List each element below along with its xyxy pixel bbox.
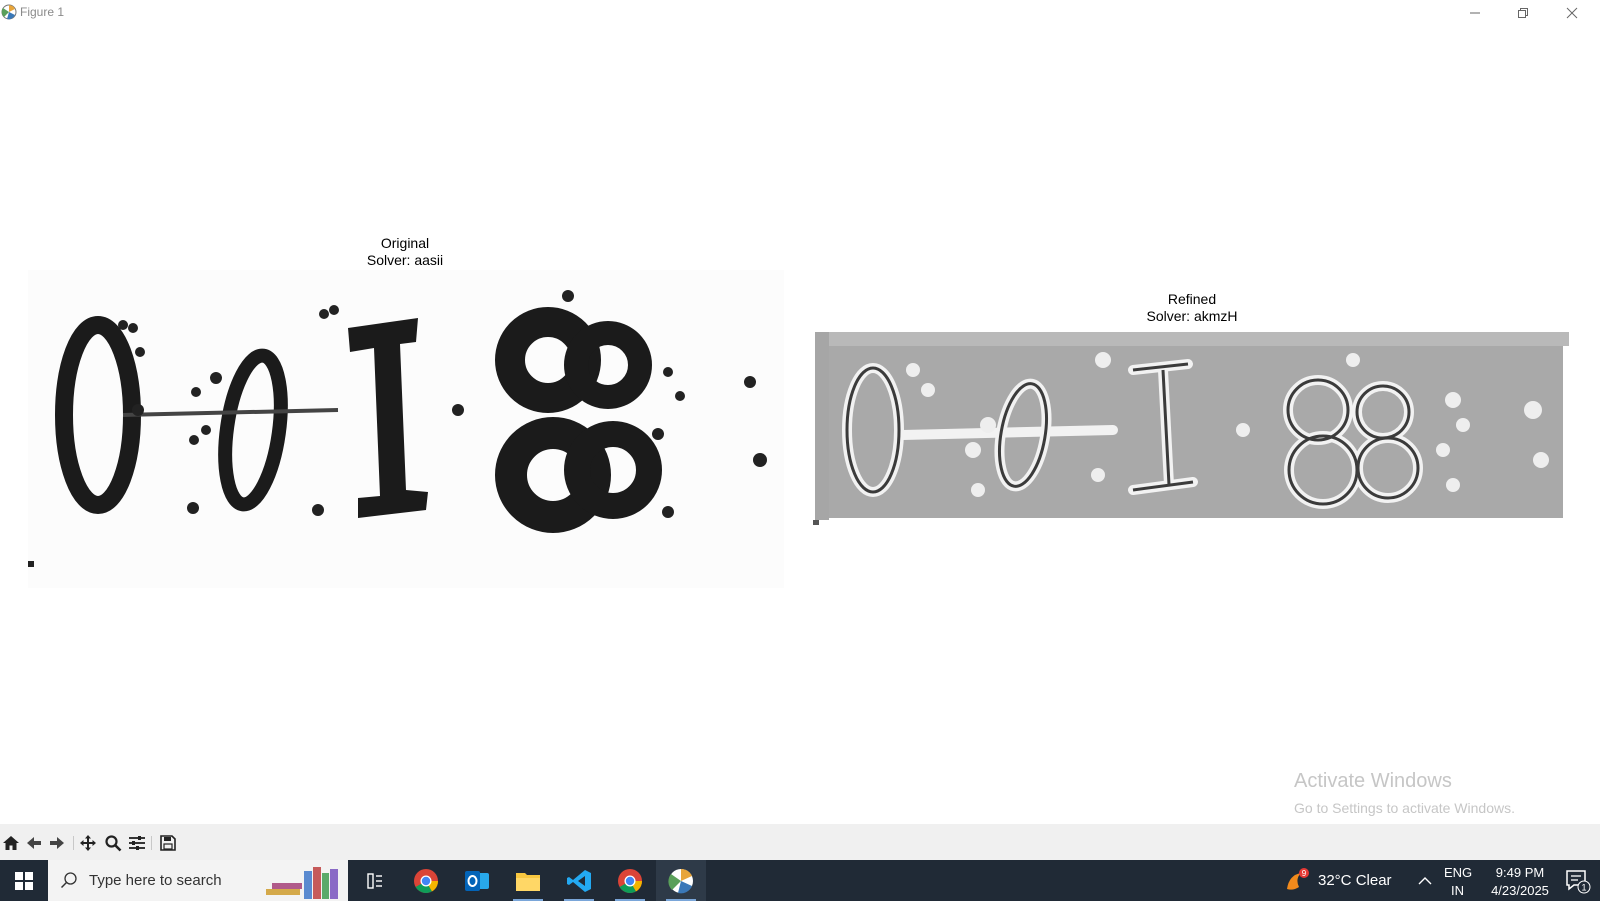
forward-icon	[50, 837, 64, 849]
activate-windows-heading: Activate Windows	[1294, 770, 1452, 792]
configure-subplots-button[interactable]	[127, 833, 147, 853]
back-button[interactable]	[24, 833, 44, 853]
toolbar-separator	[73, 836, 74, 850]
activate-windows-subtext: Go to Settings to activate Windows.	[1294, 800, 1515, 816]
home-icon	[3, 836, 19, 850]
zoom-button[interactable]	[103, 833, 123, 853]
weather-text[interactable]: 32°C Clear	[1318, 872, 1392, 889]
outlook-icon	[465, 870, 489, 891]
home-button[interactable]	[1, 833, 21, 853]
close-button[interactable]	[1548, 0, 1596, 26]
taskbar-figure-window-button[interactable]	[656, 860, 706, 901]
chrome-icon	[618, 868, 642, 893]
minimize-button[interactable]	[1451, 0, 1499, 26]
vscode-icon	[567, 869, 591, 892]
search-placeholder: Type here to search	[89, 872, 222, 889]
weather-temp: 32°C	[1318, 872, 1352, 889]
search-highlights-books-icon	[266, 867, 338, 899]
taskbar-chrome-button[interactable]	[401, 860, 451, 901]
save-button[interactable]	[158, 833, 178, 853]
clock-date[interactable]: 4/23/2025	[1482, 883, 1558, 898]
restore-button[interactable]	[1499, 0, 1547, 26]
save-icon	[160, 835, 176, 851]
back-icon	[27, 837, 41, 849]
taskbar-chrome-button-2[interactable]	[605, 860, 655, 901]
weather-widget-icon-button[interactable]: 9	[1280, 860, 1314, 901]
original-captcha-image	[28, 270, 784, 588]
notification-count: 1	[1581, 882, 1586, 892]
taskbar-search-box[interactable]: Type here to search	[48, 860, 348, 901]
minimize-icon	[1470, 12, 1480, 14]
subplot-title-refined: Refined Solver: akmzH	[1146, 291, 1238, 324]
start-button[interactable]	[0, 860, 48, 901]
figure-canvas[interactable]: Original Solver: aasii Refined Solver: a…	[0, 26, 1600, 824]
chrome-icon	[414, 868, 438, 893]
subplot-title-original: Original Solver: aasii	[366, 235, 444, 268]
pan-button[interactable]	[78, 833, 98, 853]
input-language-line2[interactable]: IN	[1451, 883, 1464, 898]
clock-time[interactable]: 9:49 PM	[1488, 865, 1552, 880]
restore-icon	[1518, 8, 1528, 18]
taskbar-vscode-button[interactable]	[554, 860, 604, 901]
window-title-bar: Figure 1	[0, 0, 1600, 26]
window-title: Figure 1	[20, 5, 65, 19]
windows-taskbar: Type here to search 9 32°C Clear ENG IN …	[0, 860, 1600, 901]
close-icon	[1566, 7, 1578, 19]
weather-icon: 9	[1287, 867, 1309, 890]
toolbar-separator	[151, 836, 152, 850]
notification-center-button[interactable]: 1	[1556, 860, 1600, 901]
figure-toolbar	[0, 824, 1600, 860]
windows-logo-icon	[15, 871, 33, 890]
configure-subplots-icon	[129, 836, 145, 850]
pan-icon	[80, 835, 96, 851]
show-hidden-icons-button[interactable]	[1410, 860, 1440, 901]
forward-button[interactable]	[47, 833, 67, 853]
search-icon	[60, 872, 77, 889]
chevron-up-icon	[1418, 876, 1432, 884]
python-figure-icon	[668, 868, 693, 893]
matplotlib-app-icon	[1, 4, 17, 20]
input-language-line1[interactable]: ENG	[1444, 865, 1472, 880]
refined-captcha-image	[813, 330, 1571, 546]
task-view-icon	[367, 872, 382, 889]
weather-condition: Clear	[1355, 872, 1392, 889]
taskbar-file-explorer-button[interactable]	[503, 860, 553, 901]
taskbar-outlook-button[interactable]	[452, 860, 502, 901]
weather-badge: 9	[1302, 869, 1307, 878]
file-explorer-icon	[516, 872, 540, 891]
task-view-button[interactable]	[350, 860, 398, 901]
notification-icon: 1	[1566, 869, 1591, 893]
zoom-icon	[105, 835, 122, 852]
